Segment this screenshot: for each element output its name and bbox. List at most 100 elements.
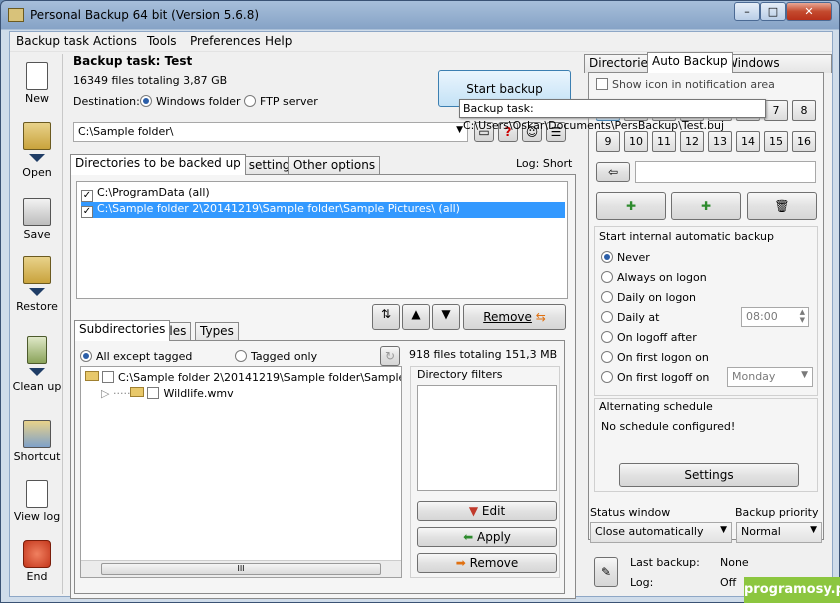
folder-value: C:\Sample folder\ <box>78 125 174 138</box>
remove-filter-button[interactable]: ➡ Remove <box>417 553 557 573</box>
task-name-input[interactable] <box>635 161 816 183</box>
spin-icon[interactable]: ▲ ▼ <box>800 308 805 324</box>
folder-combo[interactable]: C:\Sample folder\ ▼ <box>73 122 468 142</box>
option-daily-logon[interactable]: Daily on logon <box>601 291 696 304</box>
move-down-button[interactable]: ▼ <box>432 304 460 330</box>
toolbar-view-log[interactable]: View log <box>12 480 62 523</box>
maximize-button[interactable]: □ <box>760 2 786 21</box>
option-never[interactable]: Never <box>601 251 650 264</box>
add-task-button[interactable]: ✚ <box>596 192 666 220</box>
apply-filter-button[interactable]: ⬅ Apply <box>417 527 557 547</box>
checkbox[interactable] <box>147 387 160 399</box>
task-number-8[interactable]: 8 <box>792 100 816 121</box>
toolbar-clean-up[interactable]: Clean up <box>12 336 62 393</box>
toolbar-restore[interactable]: Restore <box>12 256 62 313</box>
tab-subdirectories[interactable]: Subdirectories <box>74 320 171 341</box>
toolbar-end[interactable]: End <box>12 540 62 583</box>
day-select[interactable]: Monday ▼ <box>727 367 813 387</box>
status-window-select[interactable]: Close automatically ▼ <box>590 522 732 543</box>
option-first-logoff-label: On first logoff on <box>617 371 710 384</box>
expand-icon[interactable]: ▷ ····· <box>101 387 130 400</box>
checkbox-checked[interactable]: ✓ <box>81 190 93 202</box>
task-number-9[interactable]: 9 <box>596 131 620 152</box>
task-number-12[interactable]: 12 <box>680 131 704 152</box>
task-number-10[interactable]: 10 <box>624 131 648 152</box>
sort-button[interactable]: ⇅ <box>372 304 400 330</box>
horizontal-scrollbar[interactable]: III <box>81 560 401 577</box>
menu-actions[interactable]: Actions <box>93 34 137 48</box>
dest-windows-radio[interactable]: Windows folder <box>140 95 241 108</box>
folder-icon <box>85 371 99 381</box>
trash-icon: 🗑 <box>774 199 790 213</box>
remove-dir-button[interactable]: Remove ⇆ <box>463 304 566 330</box>
tab-types[interactable]: Types <box>195 322 239 341</box>
all-except-radio[interactable]: All except tagged <box>80 350 192 363</box>
radio-unselected <box>601 371 613 383</box>
task-number-11[interactable]: 11 <box>652 131 676 152</box>
dest-ftp-radio[interactable]: FTP server <box>244 95 318 108</box>
option-always-logon[interactable]: Always on logon <box>601 271 707 284</box>
refresh-button[interactable]: ↻ <box>380 346 400 366</box>
priority-select[interactable]: Normal ▼ <box>736 522 822 543</box>
option-first-logon[interactable]: On first logon on <box>601 351 709 364</box>
tab-other-options[interactable]: Other options <box>288 156 381 175</box>
tab-directories[interactable]: Directories to be backed up <box>70 154 246 175</box>
toolbar-open-label: Open <box>22 166 52 179</box>
add-task-copy-button[interactable]: ✚ <box>671 192 741 220</box>
directory-list[interactable]: ✓ C:\ProgramData (all) ✓ C:\Sample folder … <box>76 181 568 299</box>
minimize-button[interactable]: – <box>734 2 760 21</box>
list-item[interactable]: ✓ C:\Sample folder 2\20141219\Sample fold… <box>81 202 565 218</box>
menu-backup-task[interactable]: Backup task <box>16 34 89 48</box>
move-up-button[interactable]: ▲ <box>402 304 430 330</box>
status-window-value: Close automatically <box>595 525 704 538</box>
directory-filters-list[interactable] <box>417 385 557 491</box>
toolbar-shortcut[interactable]: Shortcut <box>12 420 62 463</box>
tree-child[interactable]: ▷ ····· Wildlife.wmv <box>101 387 234 400</box>
scrollbar-thumb[interactable]: III <box>101 563 381 575</box>
settings-button[interactable]: Settings <box>619 463 799 487</box>
task-heading: Backup task: Test <box>73 54 193 68</box>
radio-unselected <box>601 311 613 323</box>
priority-label: Backup priority <box>735 506 819 519</box>
menu-help[interactable]: Help <box>265 34 292 48</box>
task-number-16[interactable]: 16 <box>792 131 816 152</box>
refresh-icon: ↻ <box>384 349 396 363</box>
option-first-logoff[interactable]: On first logoff on <box>601 371 709 384</box>
task-number-15[interactable]: 15 <box>764 131 788 152</box>
task-number-13[interactable]: 13 <box>708 131 732 152</box>
option-daily-at[interactable]: Daily at <box>601 311 659 324</box>
toolbar-new[interactable]: New <box>12 62 62 105</box>
task-summary: 16349 files totaling 3,87 GB <box>73 74 228 87</box>
close-button[interactable]: ✕ <box>786 2 832 21</box>
tree-root[interactable]: C:\Sample folder 2\20141219\Sample folde… <box>85 371 401 384</box>
tab-windows-scheduler[interactable]: Windows Scheduler <box>721 54 832 87</box>
tagged-only-radio[interactable]: Tagged only <box>235 350 317 363</box>
remove-dir-label: Remove <box>483 310 532 324</box>
menu-preferences[interactable]: Preferences <box>190 34 261 48</box>
tab-auto-backup[interactable]: Auto Backup <box>647 52 733 73</box>
option-daily-logon-label: Daily on logon <box>617 291 696 304</box>
menu-tools[interactable]: Tools <box>147 34 177 48</box>
checkbox[interactable] <box>102 371 114 383</box>
toolbar-save[interactable]: Save <box>12 198 62 241</box>
show-icon-checkbox[interactable]: Show icon in notification area <box>596 78 775 91</box>
log-settings-button[interactable]: ✎ <box>594 557 618 587</box>
radio-selected <box>601 251 613 263</box>
subdirectory-tree[interactable]: C:\Sample folder 2\20141219\Sample folde… <box>80 366 402 578</box>
start-backup-label: Start backup <box>466 82 543 96</box>
list-item[interactable]: ✓ C:\ProgramData (all) <box>81 186 565 202</box>
back-button[interactable]: ⇦ <box>596 162 630 182</box>
delete-task-button[interactable]: 🗑 <box>747 192 817 220</box>
toolbar-open[interactable]: Open <box>12 122 62 179</box>
task-number-7[interactable]: 7 <box>764 100 788 121</box>
radio-selected <box>80 350 92 362</box>
time-spinner[interactable]: 08:00 ▲ ▼ <box>741 307 809 327</box>
checkbox[interactable] <box>596 78 608 90</box>
toolbar-save-label: Save <box>23 228 51 241</box>
task-number-14[interactable]: 14 <box>736 131 760 152</box>
checkbox-checked[interactable]: ✓ <box>81 206 93 218</box>
auto-backup-group: Start internal automatic backup Never Al… <box>594 226 818 396</box>
edit-filter-button[interactable]: ▼ Edit <box>417 501 557 521</box>
option-logoff-after[interactable]: On logoff after <box>601 331 697 344</box>
triangle-up-icon: ▲ <box>411 307 421 321</box>
